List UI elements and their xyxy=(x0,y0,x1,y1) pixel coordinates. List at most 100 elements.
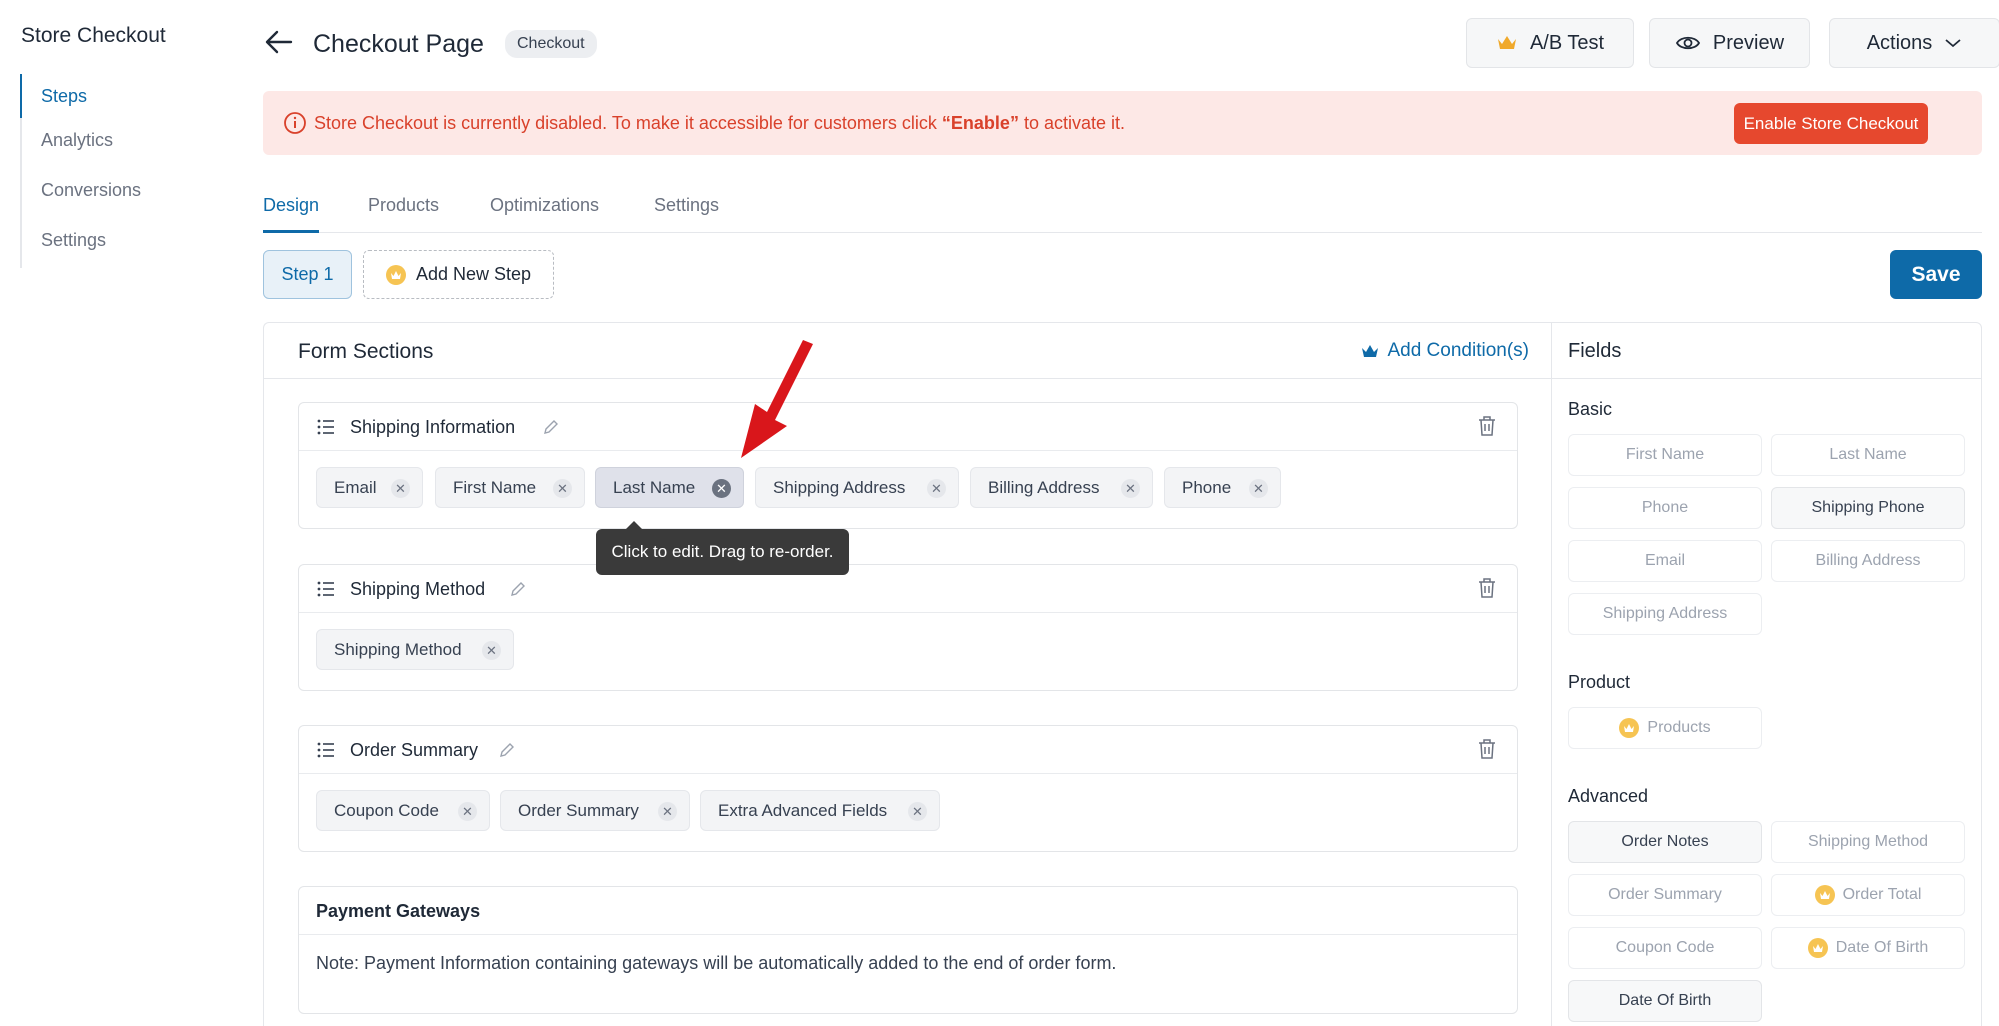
field-chip[interactable]: Shipping Address ✕ xyxy=(755,467,959,508)
preview-button[interactable]: Preview xyxy=(1649,18,1810,68)
annotation-arrow-icon xyxy=(741,340,813,458)
chevron-down-icon xyxy=(1945,39,1961,48)
app-title: Store Checkout xyxy=(21,24,166,47)
group-title-advanced: Advanced xyxy=(1568,786,1649,806)
field-option[interactable]: Date Of Birth xyxy=(1568,980,1762,1022)
trash-icon[interactable] xyxy=(1477,577,1497,599)
payment-gateways-section: Payment Gateways Note: Payment Informati… xyxy=(298,886,1518,1014)
sidebar-item-analytics[interactable]: Analytics xyxy=(20,118,220,168)
actions-dropdown[interactable]: Actions xyxy=(1829,18,1999,68)
pencil-icon[interactable] xyxy=(542,418,560,436)
enable-store-checkout-button[interactable]: Enable Store Checkout xyxy=(1734,103,1928,144)
section-order-summary[interactable]: Order Summary Coupon Code ✕ Order Summary… xyxy=(298,725,1518,852)
list-drag-icon[interactable] xyxy=(317,581,335,597)
field-option[interactable]: Shipping Address xyxy=(1568,593,1762,635)
section-title: Order Summary xyxy=(350,740,479,760)
group-title-basic: Basic xyxy=(1568,399,1613,419)
field-option[interactable]: First Name xyxy=(1568,434,1762,476)
field-option[interactable]: Order Notes xyxy=(1568,821,1762,863)
sidebar-item-steps[interactable]: Steps xyxy=(20,74,220,118)
pro-crown-icon xyxy=(1619,718,1640,738)
field-chip[interactable]: Billing Address ✕ xyxy=(970,467,1153,508)
field-option-label: Products xyxy=(1647,719,1711,736)
chip-label: Email xyxy=(334,477,377,497)
save-button[interactable]: Save xyxy=(1890,250,1982,299)
close-icon[interactable]: ✕ xyxy=(1249,479,1268,498)
field-chip[interactable]: Email ✕ xyxy=(316,467,423,508)
chip-label: Billing Address xyxy=(988,477,1100,497)
close-icon[interactable]: ✕ xyxy=(553,479,572,498)
tab-optimizations[interactable]: Optimizations xyxy=(490,195,599,233)
form-sections-panel: Form Sections Add Condition(s) Shipping … xyxy=(263,322,1553,1026)
field-chip[interactable]: Extra Advanced Fields ✕ xyxy=(700,790,940,831)
field-option[interactable]: Billing Address xyxy=(1771,540,1965,582)
close-icon[interactable]: ✕ xyxy=(391,479,410,498)
tab-settings[interactable]: Settings xyxy=(654,195,719,233)
page-title: Checkout Page xyxy=(313,30,484,58)
page-type-badge: Checkout xyxy=(505,30,597,58)
field-option-pro[interactable]: Date Of Birth xyxy=(1771,927,1965,969)
form-sections-title: Form Sections xyxy=(298,340,434,363)
field-option[interactable]: Shipping Method xyxy=(1771,821,1965,863)
field-chip[interactable]: First Name ✕ xyxy=(435,467,585,508)
alert-text-after: to activate it. xyxy=(1018,113,1126,133)
pencil-icon[interactable] xyxy=(509,580,527,598)
pro-crown-icon xyxy=(1814,885,1835,905)
pro-crown-icon xyxy=(1807,938,1828,958)
close-icon[interactable]: ✕ xyxy=(712,479,731,498)
list-drag-icon[interactable] xyxy=(317,419,335,435)
list-drag-icon[interactable] xyxy=(317,742,335,758)
tab-bar: Design Products Optimizations Settings xyxy=(263,195,1982,233)
fields-header: Fields xyxy=(1552,323,1981,379)
ab-test-button[interactable]: A/B Test xyxy=(1466,18,1634,68)
chip-label: Shipping Address xyxy=(773,477,906,497)
chip-tooltip: Click to edit. Drag to re-order. xyxy=(596,521,849,575)
close-icon[interactable]: ✕ xyxy=(1121,479,1140,498)
close-icon[interactable]: ✕ xyxy=(482,641,501,660)
sidebar-item-settings[interactable]: Settings xyxy=(20,218,220,268)
field-option[interactable]: Last Name xyxy=(1771,434,1965,476)
close-icon[interactable]: ✕ xyxy=(658,802,677,821)
field-option-pro[interactable]: Products xyxy=(1568,707,1762,749)
payment-gateways-header: Payment Gateways xyxy=(299,887,1517,935)
field-option[interactable]: Shipping Phone xyxy=(1771,487,1965,529)
field-option-label: Order Total xyxy=(1842,886,1922,903)
form-sections-header: Form Sections Add Condition(s) xyxy=(264,323,1553,379)
crown-icon xyxy=(1497,36,1516,49)
trash-icon[interactable] xyxy=(1477,738,1497,760)
fields-title: Fields xyxy=(1568,340,1622,362)
tab-design[interactable]: Design xyxy=(263,195,320,233)
field-option[interactable]: Phone xyxy=(1568,487,1762,529)
field-chip[interactable]: Coupon Code ✕ xyxy=(316,790,490,831)
field-chip[interactable]: Shipping Method ✕ xyxy=(316,629,514,670)
sidebar-item-conversions[interactable]: Conversions xyxy=(20,168,220,218)
info-icon xyxy=(284,112,306,134)
field-option[interactable]: Order Summary xyxy=(1568,874,1762,916)
field-option-pro[interactable]: Order Total xyxy=(1771,874,1965,916)
field-chip-selected[interactable]: Last Name ✕ xyxy=(595,467,744,508)
chip-label: Extra Advanced Fields xyxy=(718,800,888,820)
add-conditions-label: Add Condition(s) xyxy=(1387,340,1529,361)
chip-label: Shipping Method xyxy=(334,639,462,659)
tab-products[interactable]: Products xyxy=(368,195,439,233)
alert-text-highlight: “Enable” xyxy=(941,113,1019,133)
fields-panel: Fields Basic First Name Last Name Phone … xyxy=(1551,322,1982,1026)
ab-test-label: A/B Test xyxy=(1529,31,1605,54)
section-shipping-method[interactable]: Shipping Method Shipping Method ✕ xyxy=(298,564,1518,691)
close-icon[interactable]: ✕ xyxy=(927,479,946,498)
add-conditions-button[interactable]: Add Condition(s) xyxy=(1361,340,1529,362)
field-chip[interactable]: Phone ✕ xyxy=(1164,467,1281,508)
step-1-button[interactable]: Step 1 xyxy=(263,250,352,299)
section-header: Shipping Method xyxy=(299,565,1517,613)
close-icon[interactable]: ✕ xyxy=(908,802,927,821)
field-option[interactable]: Email xyxy=(1568,540,1762,582)
field-chip[interactable]: Order Summary ✕ xyxy=(500,790,690,831)
section-shipping-information[interactable]: Shipping Information Email ✕ First Name ✕ … xyxy=(298,402,1518,529)
page-header: Checkout Page Checkout A/B Test Preview … xyxy=(263,18,1999,68)
close-icon[interactable]: ✕ xyxy=(458,802,477,821)
add-new-step-button[interactable]: Add New Step xyxy=(363,250,554,299)
trash-icon[interactable] xyxy=(1477,415,1497,437)
field-option[interactable]: Coupon Code xyxy=(1568,927,1762,969)
pencil-icon[interactable] xyxy=(498,741,516,759)
back-arrow-icon[interactable] xyxy=(263,28,295,56)
